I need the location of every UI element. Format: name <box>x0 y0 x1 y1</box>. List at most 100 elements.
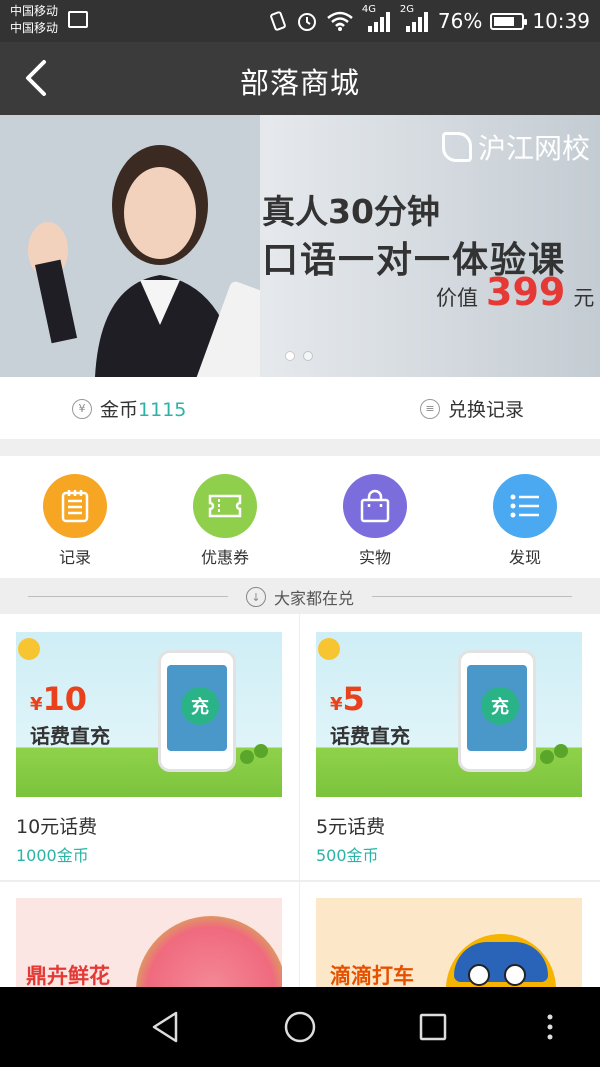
banner-logo-text: 沪江网校 <box>477 132 590 165</box>
product-card[interactable]: 滴滴打车 <box>300 882 599 987</box>
clock: 10:39 <box>532 9 590 33</box>
section-header: ↓ 大家都在兑 <box>0 578 600 614</box>
exchange-record-label: 兑换记录 <box>448 399 525 421</box>
category-physical-label: 实物 <box>358 548 391 567</box>
nav-recents-icon <box>419 1013 447 1041</box>
coin-value: 1115 <box>138 399 187 421</box>
exchange-record-link[interactable]: ≡ 兑换记录 <box>420 395 524 422</box>
section-title-group: ↓ 大家都在兑 <box>0 585 600 609</box>
battery-percent: 76% <box>437 9 483 33</box>
product-banner-amount: ¥5 <box>330 680 365 718</box>
banner-headline-1: 真人30分钟 <box>262 192 440 231</box>
signal-4g-icon: 4G <box>362 4 392 32</box>
list-circle-icon: ≡ <box>420 398 440 419</box>
tree-decoration <box>554 744 568 758</box>
banner-dot-1[interactable] <box>285 351 295 361</box>
product-image: 滴滴打车 <box>316 898 582 987</box>
arrow-down-circle-icon: ↓ <box>245 587 266 607</box>
product-card[interactable]: ¥5 话费直充 充 5元话费 500金币 <box>300 614 599 880</box>
nav-home-button[interactable] <box>280 1007 320 1047</box>
phone-illustration: 充 <box>458 650 536 772</box>
category-bar: 记录 优惠券 实物 发现 <box>0 456 600 578</box>
category-coupon-circle <box>193 474 257 538</box>
nav-home-icon <box>284 1011 316 1043</box>
charge-badge: 充 <box>481 687 519 725</box>
banner-dot-2[interactable] <box>303 351 313 361</box>
coin-label: 金币1115 <box>100 399 187 421</box>
mascot-eye <box>468 964 490 986</box>
category-record[interactable]: 记录 <box>15 474 135 568</box>
system-nav-bar <box>0 987 600 1067</box>
banner-logo: 沪江网校 <box>441 127 590 167</box>
shopping-bag-icon <box>360 489 390 523</box>
nav-back-icon <box>152 1011 178 1043</box>
product-banner-text: 滴滴打车 <box>330 964 414 987</box>
product-grid: ¥10 话费直充 充 10元话费 1000金币 ¥5 话费直充 充 5元话费 5… <box>0 614 600 987</box>
nav-menu-button[interactable] <box>530 1007 570 1047</box>
category-coupon-label: 优惠券 <box>200 548 249 567</box>
banner-photo <box>0 115 260 377</box>
hujiang-logo-icon <box>441 132 472 162</box>
signal-2g-icon: 2G <box>400 4 430 32</box>
tree-decoration <box>240 750 254 764</box>
coins-row: ¥ 金币1115 ≡ 兑换记录 <box>0 377 600 439</box>
carrier-2: 中国移动 <box>10 21 59 35</box>
battery-icon <box>490 12 528 30</box>
banner-price-value: 399 <box>486 270 566 314</box>
category-discover[interactable]: 发现 <box>465 474 585 568</box>
banner-pagination <box>285 351 313 361</box>
ticket-icon <box>208 494 242 518</box>
product-banner-text: 话费直充 <box>30 724 110 748</box>
product-image: ¥5 话费直充 充 <box>316 632 582 797</box>
mascot-eye <box>504 964 526 986</box>
promo-banner[interactable]: 沪江网校 真人30分钟 口语一对一体验课 价值 399 元 <box>0 115 600 377</box>
page-title: 部落商城 <box>239 66 360 100</box>
tree-decoration <box>540 750 554 764</box>
category-discover-label: 发现 <box>508 548 541 567</box>
nav-back-button[interactable] <box>146 1007 186 1047</box>
product-image: ¥10 话费直充 充 <box>16 632 282 797</box>
title-bar: 部落商城 <box>0 42 600 115</box>
sun-decoration <box>318 638 340 660</box>
product-image: 鼎卉鲜花 <box>16 898 282 987</box>
nav-recents-button[interactable] <box>413 1007 453 1047</box>
image-notification-icon <box>68 11 88 28</box>
banner-price-prefix: 价值 <box>436 286 478 310</box>
product-banner-text: 鼎卉鲜花 <box>26 964 110 987</box>
notepad-icon <box>61 490 89 523</box>
charge-badge: 充 <box>181 687 219 725</box>
product-banner-amount: ¥10 <box>30 680 88 718</box>
screen: 中国移动 中国移动 4G 2G 76% 10:39 部落商城 沪江网校 真人30… <box>0 0 600 1067</box>
carrier-1: 中国移动 <box>10 4 59 18</box>
phone-illustration: 充 <box>158 650 236 772</box>
status-icons: 4G 2G 76% 10:39 <box>268 4 590 35</box>
vibrate-icon <box>270 11 286 31</box>
nav-more-icon <box>547 1014 553 1040</box>
product-card[interactable]: 鼎卉鲜花 <box>0 882 299 987</box>
product-name: 5元话费 <box>316 816 386 838</box>
category-coupon[interactable]: 优惠券 <box>165 474 285 568</box>
list-icon <box>510 494 539 518</box>
category-discover-circle <box>493 474 557 538</box>
coin-icon: ¥ <box>72 398 92 419</box>
sun-decoration <box>18 638 40 660</box>
coin-balance[interactable]: ¥ 金币1115 <box>72 395 186 422</box>
battery-fill <box>494 16 515 26</box>
product-price: 500金币 <box>316 846 379 865</box>
tree-decoration <box>254 744 268 758</box>
status-bar: 中国移动 中国移动 4G 2G 76% 10:39 <box>0 0 600 42</box>
product-card[interactable]: ¥10 话费直充 充 10元话费 1000金币 <box>0 614 299 880</box>
category-record-label: 记录 <box>58 548 91 567</box>
banner-price: 价值 399 元 <box>436 270 594 314</box>
product-name: 10元话费 <box>16 816 98 838</box>
section-title: 大家都在兑 <box>273 589 354 608</box>
category-physical-circle <box>343 474 407 538</box>
category-record-circle <box>43 474 107 538</box>
banner-price-suffix: 元 <box>573 286 595 310</box>
category-physical[interactable]: 实物 <box>315 474 435 568</box>
alarm-icon <box>297 13 316 31</box>
carrier-labels: 中国移动 中国移动 <box>10 3 58 37</box>
product-banner-text: 话费直充 <box>330 724 410 748</box>
wifi-icon <box>327 11 353 31</box>
product-price: 1000金币 <box>16 846 89 865</box>
